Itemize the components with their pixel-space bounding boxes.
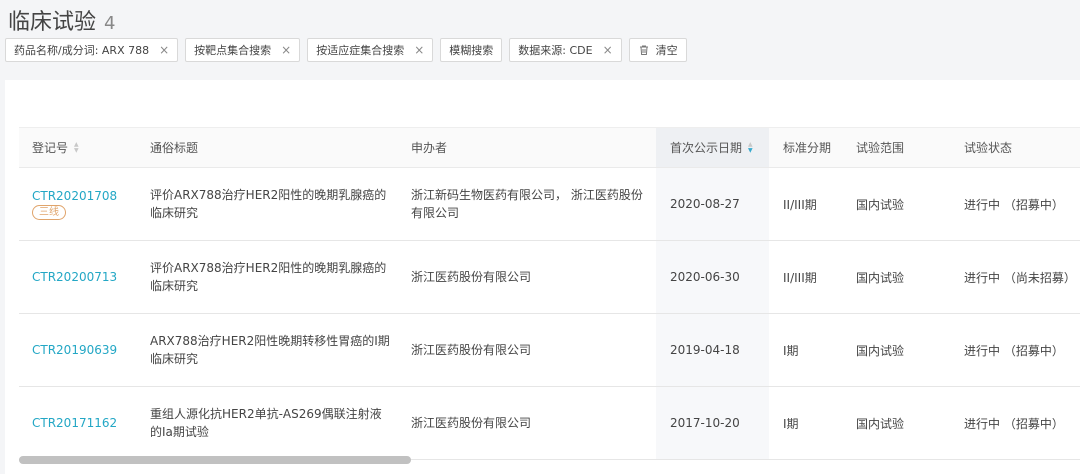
trial-phase: I期 [783, 416, 799, 431]
table-row[interactable]: CTR20190639 ARX788治疗HER2阳性晚期转移性胃癌的I期临床研究… [19, 314, 1080, 387]
trial-status: 进行中 （招募中） [964, 343, 1064, 358]
trial-sponsor: 浙江新码生物医药有限公司， 浙江医药股份有限公司 [411, 188, 643, 220]
trial-phase: II/III期 [783, 197, 817, 212]
filter-chip-indication[interactable]: 按适应症集合搜索 × [307, 38, 434, 62]
trial-scope: 国内试验 [856, 343, 905, 358]
column-header-reg-no[interactable]: 登记号 ▲ ▼ [32, 128, 79, 167]
trial-phase: II/III期 [783, 270, 817, 285]
trial-scope: 国内试验 [856, 416, 905, 431]
column-header-title: 通俗标题 [150, 141, 199, 155]
filter-chip-source[interactable]: 数据来源: CDE × [509, 38, 622, 62]
result-count: 4 [104, 13, 116, 34]
close-icon[interactable]: × [281, 43, 291, 57]
status-badge: 三线 [32, 204, 66, 220]
table-row[interactable]: CTR20200713 评价ARX788治疗HER2阳性的晚期乳腺癌的临床研究 … [19, 241, 1080, 314]
page-header: 临床试验 4 [8, 4, 116, 35]
filter-chip-drug[interactable]: 药品名称/成分词: ARX 788 × [5, 38, 179, 62]
trial-title: 评价ARX788治疗HER2阳性的晚期乳腺癌的临床研究 [150, 188, 387, 220]
reg-no-link[interactable]: CTR20201708 [32, 189, 117, 203]
trial-date: 2017-10-20 [670, 416, 740, 430]
column-header-date[interactable]: 首次公示日期 ▲ ▼ [656, 128, 769, 167]
trial-phase: I期 [783, 343, 799, 358]
filter-chip-label: 按适应症集合搜索 [316, 44, 405, 57]
sort-icon[interactable]: ▲ ▼ [748, 141, 753, 154]
column-header-status: 试验状态 [964, 141, 1013, 155]
close-icon[interactable]: × [414, 43, 424, 57]
trial-date: 2020-08-27 [670, 197, 740, 211]
filter-chip-label: 按靶点集合搜索 [194, 44, 272, 57]
trial-status: 进行中 （招募中） [964, 197, 1064, 212]
filter-chip-label: 数据来源: CDE [518, 44, 593, 57]
filter-chip-target[interactable]: 按靶点集合搜索 × [185, 38, 301, 62]
column-header-sponsor: 申办者 [411, 141, 448, 155]
close-icon[interactable]: × [159, 43, 169, 57]
trial-sponsor: 浙江医药股份有限公司 [411, 270, 532, 284]
trial-title: ARX788治疗HER2阳性晚期转移性胃癌的I期临床研究 [150, 334, 390, 366]
trial-date: 2019-04-18 [670, 343, 740, 357]
trial-scope: 国内试验 [856, 197, 905, 212]
column-header-scope: 试验范围 [856, 141, 905, 155]
trial-title: 评价ARX788治疗HER2阳性的晚期乳腺癌的临床研究 [150, 261, 387, 293]
trial-date: 2020-06-30 [670, 270, 740, 284]
trial-sponsor: 浙江医药股份有限公司 [411, 416, 532, 430]
sort-icon[interactable]: ▲ ▼ [74, 141, 79, 154]
trial-status: 进行中 （尚未招募） [964, 270, 1076, 285]
reg-no-link[interactable]: CTR20171162 [32, 416, 117, 430]
filter-chip-fuzzy[interactable]: 模糊搜索 [440, 38, 503, 62]
filter-chip-label: 药品名称/成分词: ARX 788 [14, 44, 150, 57]
table-header: 登记号 ▲ ▼ 通俗标题 申办者 首次公示日期 ▲ ▼ 标准分期 试验范围 试验状态 [19, 127, 1080, 168]
trial-scope: 国内试验 [856, 270, 905, 285]
results-panel: 登记号 ▲ ▼ 通俗标题 申办者 首次公示日期 ▲ ▼ 标准分期 试验范围 试验状态… [5, 80, 1080, 474]
horizontal-scrollbar[interactable] [19, 456, 411, 464]
clear-filters-label: 清空 [655, 44, 678, 57]
filter-chip-label: 模糊搜索 [449, 44, 494, 57]
trials-table: 登记号 ▲ ▼ 通俗标题 申办者 首次公示日期 ▲ ▼ 标准分期 试验范围 试验状态… [19, 127, 1080, 460]
table-row[interactable]: CTR20201708 三线 评价ARX788治疗HER2阳性的晚期乳腺癌的临床… [19, 168, 1080, 241]
reg-no-link[interactable]: CTR20190639 [32, 343, 117, 357]
page-title: 临床试验 [8, 10, 97, 35]
close-icon[interactable]: × [603, 43, 613, 57]
trash-icon [639, 45, 648, 55]
table-row[interactable]: CTR20171162 重组人源化抗HER2单抗-AS269偶联注射液的Ia期试… [19, 387, 1080, 460]
reg-no-link[interactable]: CTR20200713 [32, 270, 117, 284]
column-header-phase: 标准分期 [783, 141, 832, 155]
trial-status: 进行中 （招募中） [964, 416, 1064, 431]
trial-title: 重组人源化抗HER2单抗-AS269偶联注射液的Ia期试验 [150, 407, 382, 439]
trial-sponsor: 浙江医药股份有限公司 [411, 343, 532, 357]
clear-filters-button[interactable]: 清空 [628, 38, 687, 62]
filter-bar: 药品名称/成分词: ARX 788 × 按靶点集合搜索 × 按适应症集合搜索 ×… [5, 38, 687, 62]
